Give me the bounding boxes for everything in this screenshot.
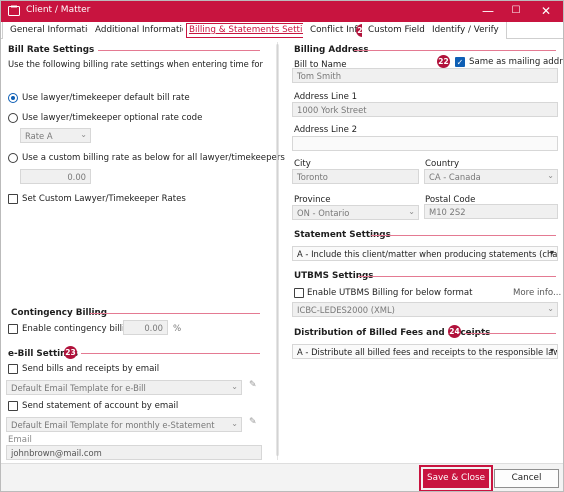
scrollbar[interactable] bbox=[276, 44, 279, 456]
tab-label: Additional Information bbox=[95, 25, 193, 35]
app-icon bbox=[8, 5, 20, 17]
email-label: Email bbox=[8, 435, 32, 445]
section-divider bbox=[354, 50, 556, 51]
callout-badge: 24 bbox=[448, 325, 461, 338]
custom-rate-label: Use a custom billing rate as below for a… bbox=[22, 153, 285, 163]
chevron-down-icon: ⌄ bbox=[80, 130, 87, 139]
window-title: Client / Matter bbox=[26, 5, 91, 15]
email-input[interactable]: johnbrown@mail.com bbox=[6, 445, 262, 460]
section-divider bbox=[464, 333, 556, 334]
tab-identify-verify[interactable]: Identify / Verify bbox=[425, 22, 507, 39]
country-label: Country bbox=[425, 159, 460, 169]
utbms-format-select[interactable]: ICBC-LEDES2000 (XML) ⌄ bbox=[292, 302, 558, 317]
custom-rate-radio[interactable] bbox=[8, 153, 18, 163]
section-divider bbox=[371, 235, 556, 236]
chevron-down-icon: ⌄ bbox=[231, 382, 238, 391]
address1-label: Address Line 1 bbox=[294, 92, 358, 102]
close-button[interactable]: ✕ bbox=[538, 3, 554, 19]
chevron-down-icon: ⌄ bbox=[547, 171, 554, 180]
optional-rate-label: Use lawyer/timekeeper optional rate code bbox=[22, 113, 203, 123]
save-close-button[interactable]: Save & Close bbox=[419, 465, 493, 492]
section-divider bbox=[358, 276, 556, 277]
percent-unit: % bbox=[173, 324, 182, 334]
chevron-down-icon: ⌄ bbox=[547, 304, 554, 313]
tab-label: Billing & Statements Settings bbox=[186, 23, 322, 38]
country-select[interactable]: CA - Canada ⌄ bbox=[424, 169, 558, 184]
address2-label: Address Line 2 bbox=[294, 125, 358, 135]
chevron-down-icon: ▾ bbox=[549, 248, 554, 257]
tab-label: Custom Fields bbox=[368, 25, 430, 35]
chevron-down-icon: ⌄ bbox=[408, 207, 415, 216]
section-divider bbox=[81, 353, 260, 354]
enable-contingency-label: Enable contingency billing bbox=[22, 324, 136, 334]
section-divider bbox=[98, 50, 260, 51]
bill-email-template-select[interactable]: Default Email Template for e-Bill ⌄ bbox=[6, 380, 242, 395]
send-statement-label: Send statement of account by email bbox=[22, 401, 179, 411]
chevron-down-icon: ⌄ bbox=[231, 419, 238, 428]
province-label: Province bbox=[294, 195, 331, 205]
maximize-button[interactable]: ☐ bbox=[508, 3, 524, 19]
city-label: City bbox=[294, 159, 311, 169]
same-as-mailing-label: Same as mailing address bbox=[469, 57, 564, 67]
send-statement-checkbox[interactable] bbox=[8, 401, 18, 411]
contingency-percent-input[interactable]: 0.00 bbox=[123, 320, 168, 335]
tab-label: Identify / Verify bbox=[432, 25, 499, 35]
enable-utbms-checkbox[interactable] bbox=[294, 288, 304, 298]
address2-input[interactable] bbox=[292, 136, 558, 151]
enable-utbms-label: Enable UTBMS Billing for below format bbox=[307, 288, 473, 298]
distribution-select[interactable]: A - Distribute all billed fees and recei… bbox=[292, 344, 558, 359]
rate-code-value: Rate A bbox=[25, 131, 53, 141]
country-value: CA - Canada bbox=[429, 172, 481, 182]
default-rate-label: Use lawyer/timekeeper default bill rate bbox=[22, 93, 190, 103]
set-custom-rates-label: Set Custom Lawyer/Timekeeper Rates bbox=[22, 194, 186, 204]
minimize-button[interactable]: — bbox=[480, 3, 496, 19]
utbms-format-value: ICBC-LEDES2000 (XML) bbox=[297, 305, 395, 315]
callout-badge: 22 bbox=[437, 55, 450, 68]
enable-contingency-checkbox[interactable] bbox=[8, 324, 18, 334]
chevron-down-icon: ▾ bbox=[549, 346, 554, 355]
province-select[interactable]: ON - Ontario ⌄ bbox=[292, 205, 419, 220]
bill-to-input[interactable]: Tom Smith bbox=[292, 68, 558, 83]
default-rate-radio[interactable] bbox=[8, 93, 18, 103]
section-divider bbox=[90, 313, 260, 314]
custom-rate-input[interactable]: 0.00 bbox=[20, 169, 91, 184]
callout-badge: 23 bbox=[64, 346, 77, 359]
distribution-value: A - Distribute all billed fees and recei… bbox=[297, 347, 557, 357]
bill-template-value: Default Email Template for e-Bill bbox=[11, 383, 146, 393]
address1-input[interactable]: 1000 York Street bbox=[292, 102, 558, 117]
statement-value: A - Include this client/matter when prod… bbox=[297, 249, 558, 259]
set-custom-rates-checkbox[interactable] bbox=[8, 194, 18, 204]
edit-pencil-icon[interactable]: ✎ bbox=[249, 417, 257, 427]
more-info-link[interactable]: More info... bbox=[513, 288, 561, 298]
same-as-mailing-checkbox[interactable]: ✓ bbox=[455, 57, 465, 67]
statement-settings-select[interactable]: A - Include this client/matter when prod… bbox=[292, 246, 558, 261]
cancel-button[interactable]: Cancel bbox=[494, 469, 559, 488]
postal-input[interactable]: M10 2S2 bbox=[424, 204, 558, 219]
bill-rate-description: Use the following billing rate settings … bbox=[8, 59, 266, 69]
tab-label: Conflict Info bbox=[310, 25, 363, 35]
optional-rate-radio[interactable] bbox=[8, 113, 18, 123]
tab-label: General Information bbox=[10, 25, 99, 35]
city-input[interactable]: Toronto bbox=[292, 169, 419, 184]
bill-rate-settings-title: Bill Rate Settings bbox=[8, 45, 95, 55]
edit-pencil-icon[interactable]: ✎ bbox=[249, 380, 257, 390]
province-value: ON - Ontario bbox=[297, 208, 350, 218]
rate-code-select[interactable]: Rate A ⌄ bbox=[20, 128, 91, 143]
statement-template-value: Default Email Template for monthly e-Sta… bbox=[11, 420, 215, 430]
send-bills-label: Send bills and receipts by email bbox=[22, 364, 160, 374]
title-bar: Client / Matter — ☐ ✕ bbox=[0, 0, 564, 22]
send-bills-checkbox[interactable] bbox=[8, 364, 18, 374]
statement-email-template-select[interactable]: Default Email Template for monthly e-Sta… bbox=[6, 417, 242, 432]
